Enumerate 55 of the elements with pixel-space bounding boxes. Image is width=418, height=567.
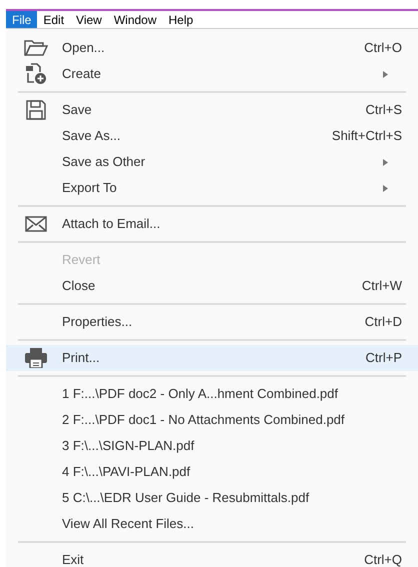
menu-item-label: Save as Other	[62, 153, 146, 172]
menu-bar-item[interactable]: Help	[162, 11, 200, 28]
menu-item[interactable]: Save Ctrl+S	[6, 97, 418, 123]
menu-item-label: Open...	[62, 39, 106, 58]
menu-bar-item[interactable]: View	[70, 11, 108, 28]
menu-item[interactable]: View All Recent Files...	[6, 511, 418, 537]
menu-item-label: Export To	[62, 179, 118, 198]
menu-item-label: View All Recent Files...	[62, 515, 195, 534]
menu-item-label: 4 F:\...\PAVI-PLAN.pdf	[62, 463, 192, 482]
folder-icon	[24, 39, 48, 57]
menu-item-label: Close	[62, 277, 96, 296]
menu-item[interactable]: Print... Ctrl+P	[6, 345, 418, 371]
menu-item[interactable]: Save As... Shift+Ctrl+S	[6, 123, 418, 149]
shortcut-label: Ctrl+Q	[364, 551, 402, 567]
shortcut-label: Ctrl+W	[362, 277, 402, 296]
menu-bar-item[interactable]: File	[6, 11, 38, 28]
menu-item-label: Save As...	[62, 127, 122, 146]
menu-item[interactable]: 4 F:\...\PAVI-PLAN.pdf	[6, 459, 418, 485]
submenu-arrow-icon	[383, 70, 388, 78]
menu-item[interactable]: Save as Other	[6, 149, 418, 175]
menu-item-label: 5 C:\...\EDR User Guide - Resubmittals.pdf	[62, 489, 310, 508]
menu-item-label: 3 F:\...\SIGN-PLAN.pdf	[62, 437, 196, 456]
menu-item[interactable]: Export To	[6, 175, 418, 201]
save-icon	[26, 100, 46, 120]
shortcut-label: Ctrl+D	[364, 313, 402, 332]
shortcut-label: Ctrl+P	[366, 349, 402, 368]
menu-item-label: Create	[62, 65, 102, 84]
submenu-arrow-icon	[383, 158, 388, 166]
menu-item[interactable]: 5 C:\...\EDR User Guide - Resubmittals.pdf	[6, 485, 418, 511]
menu-bar-item[interactable]: Window	[108, 11, 163, 28]
menu-item-label: Exit	[62, 551, 85, 567]
shortcut-label: Ctrl+S	[366, 101, 402, 120]
menu-item[interactable]: 1 F:...\PDF doc2 - Only A...hment Combined.pdf	[6, 381, 418, 407]
menu-item[interactable]: Exit Ctrl+Q	[6, 547, 418, 567]
menu-item-label: Print...	[62, 349, 101, 368]
menu-item[interactable]: Close Ctrl+W	[6, 273, 418, 299]
menu-item[interactable]: Open... Ctrl+O	[6, 35, 418, 61]
menu-item[interactable]: 3 F:\...\SIGN-PLAN.pdf	[6, 433, 418, 459]
menu-item-label: Attach to Email...	[62, 215, 162, 234]
menu-bar-item[interactable]: Edit	[37, 11, 70, 28]
menu-item-label: 2 F:...\PDF doc1 - No Attachments Combined.pdf	[62, 411, 346, 430]
shortcut-label: Ctrl+O	[364, 39, 402, 58]
envelope-icon	[25, 216, 47, 232]
menu-item-label: 1 F:...\PDF doc2 - Only A...hment Combined.pdf	[62, 385, 340, 404]
menu-item[interactable]: 2 F:...\PDF doc1 - No Attachments Combined.pdf	[6, 407, 418, 433]
menu-item[interactable]: Properties... Ctrl+D	[6, 309, 418, 335]
menu-item[interactable]: Create	[6, 61, 418, 87]
menu-item-label: Revert	[62, 251, 102, 270]
menu-item-label: Properties...	[62, 313, 134, 332]
submenu-arrow-icon	[383, 184, 388, 192]
menu-item-label: Save	[62, 101, 93, 120]
create-document-icon	[25, 63, 47, 85]
shortcut-label: Shift+Ctrl+S	[332, 127, 402, 146]
printer-icon	[25, 348, 47, 368]
menu-item[interactable]: Attach to Email...	[6, 211, 418, 237]
